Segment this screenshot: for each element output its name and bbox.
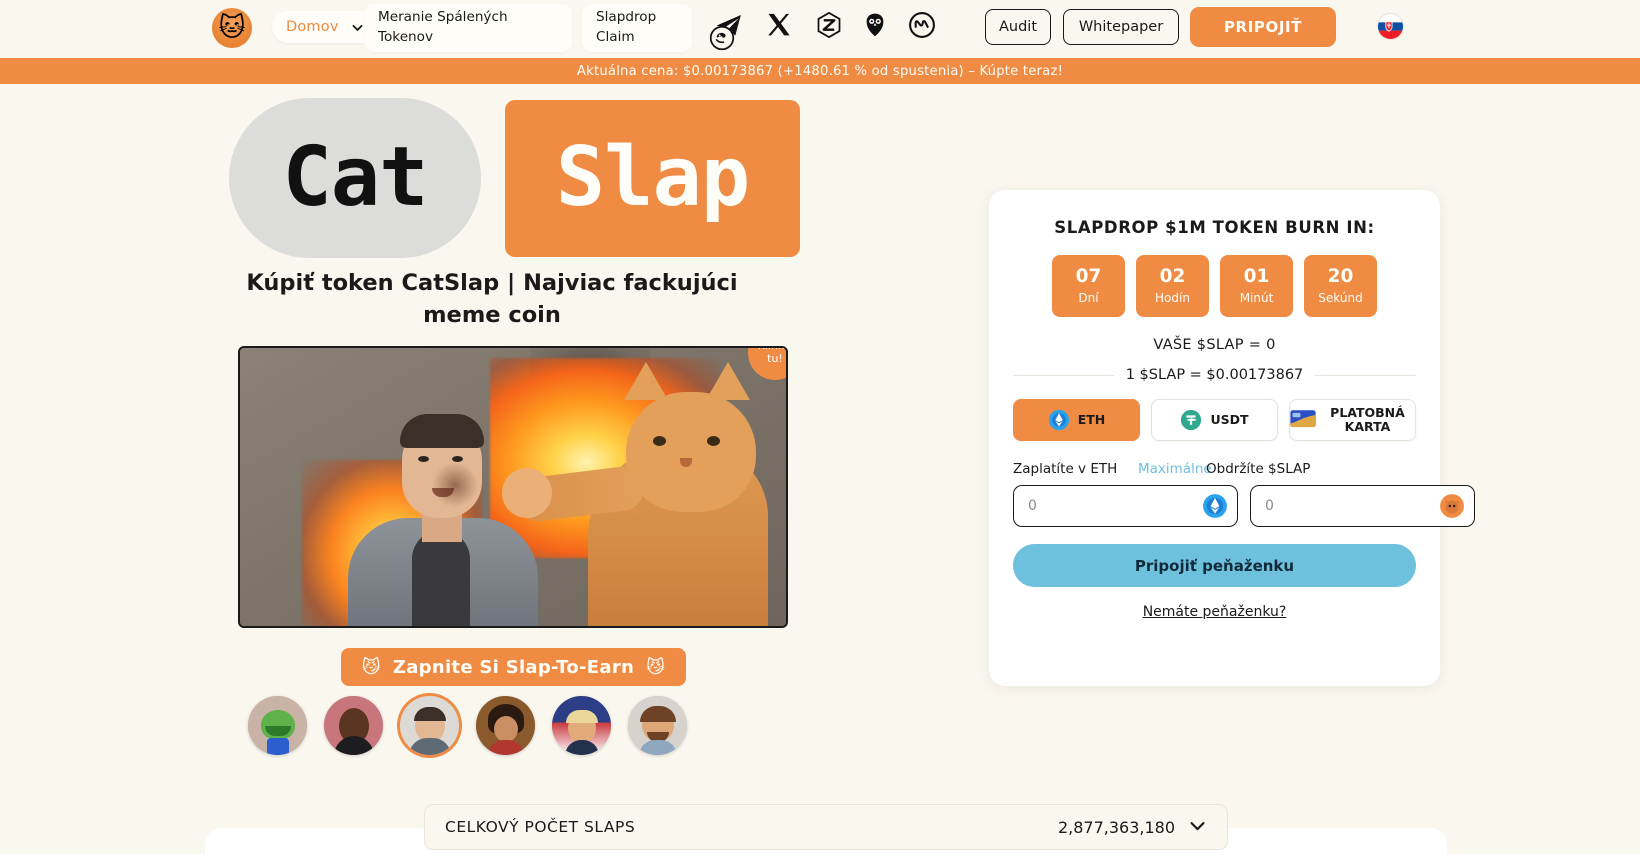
top-navigation: 🐱 Domov Meranie Spálených Tokenov Slapdr… [0,0,1640,58]
receive-field-wrapper[interactable] [1250,485,1475,527]
no-wallet-link[interactable]: Nemáte peňaženku? [1013,604,1416,620]
payment-tab-card-label: PLATOBNÁ KARTA [1330,405,1405,434]
pay-field-wrapper[interactable] [1013,485,1238,527]
logo-slap-box: Slap [505,99,800,257]
countdown-days: 07 Dní [1052,255,1125,317]
payment-tab-usdt[interactable]: USDT [1151,399,1278,441]
countdown-hours: 02 Hodín [1136,255,1209,317]
connect-wallet-button[interactable]: Pripojiť peňaženku [1013,544,1416,587]
slovakia-flag-icon[interactable] [1378,14,1403,39]
owl-icon[interactable] [858,8,892,42]
pay-amount-input[interactable] [1028,498,1202,514]
audit-label: Audit [998,19,1038,35]
logo-cat-text: Cat [282,130,428,225]
total-slaps-value: 2,877,363,180 [1057,817,1175,837]
your-slap-balance: VAŠE $SLAP = 0 [1153,337,1276,353]
nav-home-dropdown[interactable]: Domov [272,11,378,43]
amount-fields [1013,485,1475,527]
connect-label: PRIPOJIŤ [1223,18,1303,36]
page-title: Kúpiť token CatSlap | Najviac fackujúci … [246,270,738,328]
chevron-down-icon [351,21,364,34]
elon-musk-cat-slap-meme[interactable]: Klinite tu! [238,346,788,628]
avatar-donald-trump[interactable] [552,696,611,755]
countdown-seconds-value: 20 [1327,266,1354,288]
slap-to-earn-label: Zapnite Si Slap-To-Earn [392,656,635,678]
payment-method-tabs: ETH USDT PLATOBNÁ KARTA [1013,399,1416,441]
avatar-chuck-norris[interactable] [628,696,687,755]
widget-title: SLAPDROP $1M TOKEN BURN IN: [1054,218,1375,237]
whitepaper-button[interactable]: Whitepaper [1063,9,1179,45]
token-rate-row: 1 $SLAP = $0.00173867 [1013,367,1417,383]
logo-slap-text: Slap [555,130,750,225]
cat-figure [502,362,768,626]
divider-right [1315,374,1417,376]
countdown-minutes: 01 Minút [1220,255,1293,317]
credit-card-icon [1290,409,1316,431]
countdown-minutes-value: 01 [1243,266,1270,288]
payment-tab-card[interactable]: PLATOBNÁ KARTA [1289,399,1416,441]
total-slaps-right: 2,877,363,180 [1058,816,1207,839]
audit-button[interactable]: Audit [985,9,1051,45]
x-twitter-icon[interactable] [762,8,796,42]
avatar-pepe[interactable] [248,696,307,755]
cat-emoji-right: 😼 [646,656,666,678]
countdown-days-label: Dní [1078,290,1099,305]
payment-tab-usdt-label: USDT [1210,412,1249,427]
purchase-widget: SLAPDROP $1M TOKEN BURN IN: 07 Dní 02 Ho… [989,190,1475,686]
nav-pill-claim-label: Slapdrop Claim [596,9,657,45]
receive-amount-input[interactable] [1265,498,1439,514]
countdown-days-value: 07 [1075,266,1102,288]
cat-emoji-left: 😼 [361,656,381,678]
payment-tab-eth[interactable]: ETH [1013,399,1140,441]
ethereum-icon [1048,409,1070,431]
countdown-seconds-label: Sekúnd [1318,290,1363,305]
price-ticker-banner[interactable]: Aktuálna cena: $0.00173867 (+1480.61 % o… [0,58,1640,84]
countdown-hours-label: Hodín [1155,290,1190,305]
pay-label: Zaplatíte v ETH [1013,461,1118,477]
max-button[interactable]: Maximálne [1138,461,1212,477]
divider-left [1013,374,1114,376]
cat-face-glyph: 🐱 [218,13,246,43]
nav-pill-burn-meter[interactable]: Meranie Spálených Tokenov [364,4,572,52]
tether-icon [1180,409,1202,431]
nav-home-label: Domov [286,19,339,35]
zealy-icon[interactable] [812,8,846,42]
cat-avatar-logo[interactable]: 🐱 [212,8,252,48]
receive-label: Obdržíte $SLAP [1206,461,1311,477]
slap-to-earn-button[interactable]: 😼 Zapnite Si Slap-To-Earn 😼 [341,648,686,686]
countdown-minutes-label: Minút [1239,290,1274,305]
avatar-chris-rock[interactable] [324,696,383,755]
logo-cat-pill: Cat [229,98,481,258]
coinmarketcap-icon[interactable] [905,8,939,42]
avatar-elon-musk[interactable] [400,696,459,755]
countdown-hours-value: 02 [1159,266,1186,288]
countdown-timer: 07 Dní 02 Hodín 01 Minút 20 Sekúnd [1013,255,1416,317]
ethereum-icon [1202,493,1228,519]
catslap-token-icon [1439,493,1465,519]
avatar-michael-jackson[interactable] [476,696,535,755]
meme-artwork [240,348,786,626]
price-ticker-text: Aktuálna cena: $0.00173867 (+1480.61 % o… [576,63,1064,79]
catslap-logo: Cat Slap [229,98,800,258]
amount-field-labels: Zaplatíte v ETH Maximálne Obdržíte $SLAP [1013,461,1416,477]
chevron-down-icon[interactable] [1188,816,1207,839]
connect-button[interactable]: PRIPOJIŤ [1190,7,1336,47]
elon-figure [340,400,540,626]
token-rate: 1 $SLAP = $0.00173867 [1125,367,1304,383]
discord-owl-icon[interactable] [708,24,736,52]
nav-pill-slapdrop-claim[interactable]: Slapdrop Claim [582,4,692,52]
nav-pill-burn-label: Meranie Spálených Tokenov [378,9,508,45]
whitepaper-label: Whitepaper [1078,19,1164,35]
click-here-badge-line2: tu! [767,352,783,365]
avatar-selector [248,696,687,755]
total-slaps-accordion[interactable]: CELKOVÝ POČET SLAPS 2,877,363,180 [424,804,1228,850]
total-slaps-label: CELKOVÝ POČET SLAPS [445,818,636,836]
countdown-seconds: 20 Sekúnd [1304,255,1377,317]
payment-tab-eth-label: ETH [1077,412,1106,427]
